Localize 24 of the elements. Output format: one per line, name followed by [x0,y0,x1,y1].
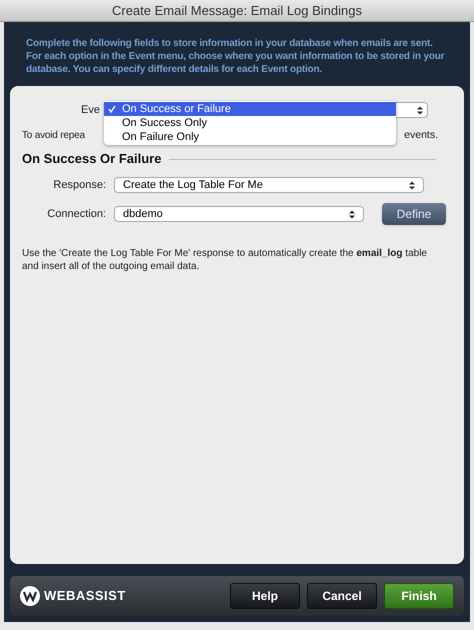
stepper-icon [417,106,423,115]
menu-item[interactable]: On Failure Only [104,130,396,144]
menu-item[interactable]: On Success Only [104,116,396,130]
stepper-icon [409,180,415,190]
logo-text: WEBASSIST [44,587,126,606]
footer-button[interactable]: Cancel [307,583,377,609]
title-bar: Create Email Message: Email Log Bindings [0,0,474,22]
field-label: Response: [52,178,106,193]
intro-text: Complete the following fields to store information in your database when emails are sent. For each option in the Event menu, choose where you want information to be stored in your database. You can specify different details for each Event option. [25,37,446,76]
stepper-icon [349,210,355,219]
section-title: On Success Or Failure [22,150,162,168]
checkmark-icon [108,105,116,113]
dropdown[interactable]: Create the Log Table For Me [114,177,424,193]
logo-icon [20,586,40,606]
dropdown[interactable]: dbdemo [114,206,364,222]
field-label: Connection: [46,207,106,222]
footer-button[interactable]: Help [230,583,300,609]
menu-item[interactable]: On Success or Failure [104,102,396,116]
define-button[interactable]: Define [382,203,446,226]
note-text: Use the 'Create the Log Table For Me' response to automatically create the email_log table and insert all of the outgoing email data. [22,247,428,274]
footer-button[interactable]: Finish [384,583,454,609]
hint-text: To avoid repea [22,128,85,142]
event-label: Eve [80,103,100,118]
hint-text: events. [404,128,438,142]
